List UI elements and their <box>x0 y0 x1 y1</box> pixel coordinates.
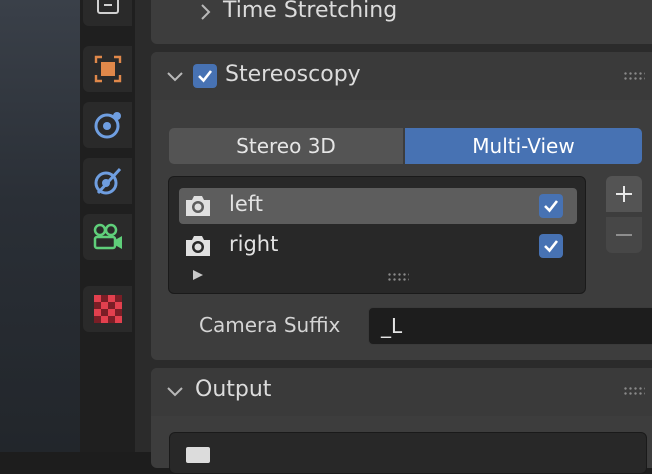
checkmark-icon <box>198 70 213 83</box>
output-title: Output <box>195 377 272 402</box>
chevron-down-icon <box>167 72 183 82</box>
tab-view-layer[interactable] <box>83 46 132 92</box>
checkmark-icon <box>544 200 559 213</box>
tab-stereo-3d[interactable]: Stereo 3D <box>169 128 403 164</box>
camera-icon <box>186 236 210 256</box>
output-header[interactable]: Output <box>151 368 652 416</box>
tab-output[interactable] <box>83 0 132 26</box>
scene-icon <box>94 112 121 139</box>
plus-icon <box>616 186 632 202</box>
folder-icon <box>186 447 210 463</box>
tab-multi-view[interactable]: Multi-View <box>405 128 642 164</box>
stereoscopy-header[interactable]: Stereoscopy <box>151 52 652 100</box>
panel-time-stretching: Time Stretching <box>151 0 652 44</box>
camera-icon <box>186 196 210 216</box>
view-name: left <box>229 192 264 216</box>
tab-texture[interactable] <box>83 286 132 332</box>
camera-suffix-label: Camera Suffix <box>199 313 341 337</box>
viewport-edge <box>0 0 80 452</box>
add-view-button[interactable] <box>606 176 642 212</box>
list-item-left[interactable]: left <box>179 188 577 224</box>
view-enabled-checkbox[interactable] <box>539 234 563 258</box>
view-enabled-checkbox[interactable] <box>539 194 563 218</box>
object-icon <box>93 223 122 250</box>
view-layer-icon <box>94 55 121 83</box>
output-icon <box>96 0 119 14</box>
drag-handle-icon[interactable] <box>623 71 645 81</box>
texture-icon <box>93 295 122 323</box>
chevron-down-icon <box>167 387 183 397</box>
checkmark-icon <box>544 240 559 253</box>
remove-view-button[interactable] <box>606 217 642 253</box>
list-item-right[interactable]: right <box>179 228 577 264</box>
camera-suffix-input[interactable]: _L <box>368 307 652 345</box>
drag-handle-icon[interactable] <box>623 386 645 396</box>
output-path-field[interactable] <box>169 432 647 474</box>
stereoscopy-title: Stereoscopy <box>225 62 361 87</box>
view-name: right <box>229 232 279 256</box>
properties-editor: Time Stretching Stereoscopy Stereo 3D Mu… <box>135 0 652 474</box>
panel-output: Output <box>151 368 652 474</box>
tab-world[interactable] <box>83 158 132 204</box>
tab-object[interactable] <box>83 214 132 260</box>
world-icon <box>94 167 121 195</box>
minus-icon <box>616 234 632 236</box>
list-resize-handle-icon[interactable] <box>387 272 409 282</box>
time-stretching-title: Time Stretching <box>223 0 398 23</box>
properties-tab-bar <box>80 0 135 452</box>
tab-scene[interactable] <box>83 102 132 148</box>
play-triangle-icon[interactable] <box>191 268 205 282</box>
stereoscopy-enable-checkbox[interactable] <box>193 64 217 88</box>
views-list: left right <box>168 176 586 294</box>
time-stretching-header[interactable]: Time Stretching <box>151 0 652 44</box>
chevron-right-icon <box>201 4 211 20</box>
